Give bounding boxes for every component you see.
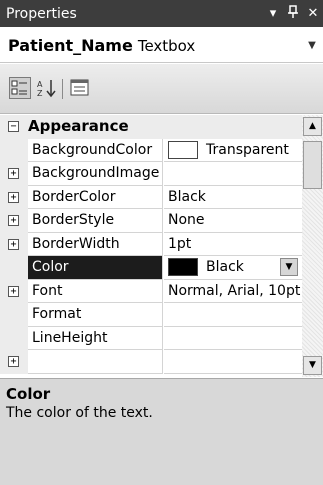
property-value-text: Normal, Arial, 10pt: [168, 282, 301, 299]
property-name[interactable]: BackgroundColor: [28, 138, 163, 162]
properties-toolbar: A Z: [0, 64, 323, 114]
row-gutter: [0, 326, 28, 350]
scroll-down-icon[interactable]: ▼: [303, 356, 322, 375]
property-row[interactable]: + Font Normal, Arial, 10pt: [0, 279, 302, 303]
property-value[interactable]: [164, 327, 302, 350]
window-title: Properties: [6, 5, 77, 22]
property-name[interactable]: BorderStyle: [28, 209, 163, 233]
svg-text:Z: Z: [37, 89, 43, 98]
row-gutter: [0, 303, 28, 327]
property-value-text: Black: [206, 259, 244, 275]
property-row[interactable]: + BorderStyle None: [0, 209, 302, 233]
category-label: Appearance: [28, 117, 129, 135]
property-row[interactable]: LineHeight: [0, 326, 302, 350]
property-pages-icon: [70, 79, 89, 96]
property-value[interactable]: 1pt: [164, 233, 302, 256]
property-value[interactable]: Black ▼: [164, 256, 302, 280]
description-pane: Color The color of the text.: [0, 378, 323, 485]
property-name[interactable]: BackgroundImage: [28, 162, 163, 186]
property-name[interactable]: Color: [28, 256, 163, 280]
expand-icon[interactable]: +: [8, 285, 19, 297]
property-value[interactable]: [164, 303, 302, 327]
property-row[interactable]: Color Black ▼: [0, 256, 302, 280]
color-swatch: [168, 258, 198, 276]
vertical-scrollbar[interactable]: ▲ ▼: [302, 115, 323, 377]
alphabetical-button[interactable]: A Z: [36, 77, 58, 99]
description-text: The color of the text.: [6, 405, 153, 421]
categorized-icon: [11, 80, 27, 95]
property-row[interactable]: BackgroundColor Transparent: [0, 138, 302, 162]
collapse-icon[interactable]: −: [8, 121, 19, 132]
value-dropdown-icon[interactable]: ▼: [280, 258, 298, 276]
property-name[interactable]: [28, 350, 163, 374]
row-gutter: [0, 138, 28, 162]
property-name[interactable]: BorderColor: [28, 185, 163, 209]
scroll-up-icon[interactable]: ▲: [303, 117, 322, 136]
description-title: Color: [6, 385, 51, 403]
alphabetical-icon: A Z: [37, 80, 56, 98]
property-row[interactable]: + BorderWidth 1pt: [0, 232, 302, 256]
property-row[interactable]: Format: [0, 303, 302, 327]
expand-icon[interactable]: +: [8, 238, 19, 250]
property-value-text: 1pt: [168, 235, 192, 252]
property-row[interactable]: + BackgroundImage: [0, 162, 302, 186]
property-name[interactable]: LineHeight: [28, 326, 163, 350]
chevron-down-icon[interactable]: ▼: [301, 40, 323, 51]
expand-icon[interactable]: +: [8, 191, 19, 203]
property-value-text: None: [168, 212, 205, 228]
property-value[interactable]: None: [164, 209, 302, 233]
property-value-text: Transparent: [206, 141, 289, 158]
svg-text:A: A: [37, 80, 43, 89]
object-name: Patient_Name: [8, 36, 133, 55]
toolbar-separator: [62, 79, 63, 99]
property-rows: BackgroundColor Transparent + BackgroundIma…: [0, 138, 302, 374]
property-pages-button[interactable]: [69, 77, 91, 99]
categorized-button[interactable]: [9, 77, 31, 99]
window-position-dropdown-icon[interactable]: ▾: [263, 6, 283, 21]
expand-icon[interactable]: +: [8, 215, 19, 226]
property-row[interactable]: +: [0, 350, 302, 374]
row-gutter: [0, 256, 28, 280]
property-value[interactable]: Transparent: [164, 139, 302, 162]
close-icon[interactable]: ✕: [303, 6, 323, 21]
property-name[interactable]: Font: [28, 279, 163, 303]
pin-icon-graphic: [288, 4, 298, 18]
category-row-appearance[interactable]: − Appearance: [0, 115, 302, 139]
property-value[interactable]: [164, 162, 302, 186]
property-value-text: Black: [168, 188, 206, 205]
properties-titlebar: Properties ▾ ✕: [0, 0, 323, 27]
property-grid: − Appearance BackgroundColor Transparent +…: [0, 115, 302, 377]
expand-icon[interactable]: +: [8, 168, 19, 179]
property-row[interactable]: + BorderColor Black: [0, 185, 302, 209]
property-value[interactable]: [164, 350, 302, 374]
property-name[interactable]: BorderWidth: [28, 232, 163, 256]
pin-icon[interactable]: [283, 4, 303, 23]
color-swatch: [168, 140, 198, 159]
scrollbar-thumb[interactable]: [303, 141, 322, 189]
property-value[interactable]: Black: [164, 186, 302, 209]
object-type: Textbox: [137, 36, 196, 55]
property-name[interactable]: Format: [28, 303, 163, 327]
object-selector[interactable]: Patient_Name Textbox ▼: [0, 29, 323, 63]
expand-icon[interactable]: +: [8, 356, 19, 367]
property-value[interactable]: Normal, Arial, 10pt: [164, 280, 302, 303]
